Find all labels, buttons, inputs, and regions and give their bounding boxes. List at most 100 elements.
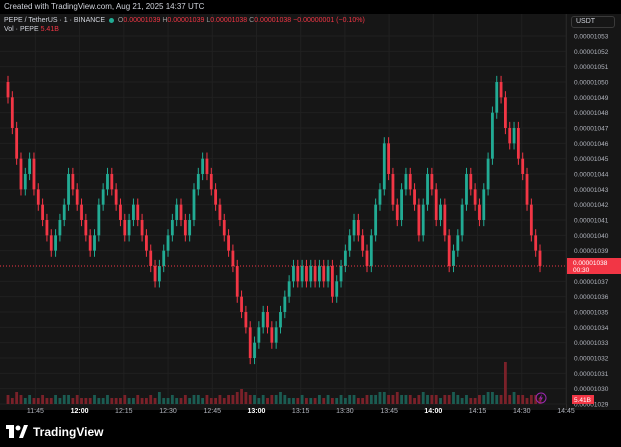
candle-body xyxy=(460,204,464,236)
candle-body xyxy=(261,312,265,328)
volume-bar xyxy=(97,398,101,404)
volume-bar xyxy=(369,395,373,404)
candlestick-chart[interactable]: 0.00001053 0.00001052 0.00001051 0.00001050… xyxy=(0,0,621,416)
volume-badge-label: 5.41B xyxy=(574,397,591,404)
price-tick-label: 0.00001042 xyxy=(574,202,609,209)
candle-body xyxy=(279,312,282,328)
volume-bar xyxy=(421,392,425,404)
ohlc-legend: PEPE / TetherUS · 1 · BINANCE O0.0000103… xyxy=(4,16,365,26)
volume-bar xyxy=(166,398,170,404)
candle-body xyxy=(300,266,304,282)
time-tick-label: 12:45 xyxy=(203,408,221,415)
candle-body xyxy=(391,174,395,205)
volume-bar xyxy=(123,395,127,404)
volume-bar xyxy=(80,398,83,404)
candle-body xyxy=(32,158,36,190)
candle-body xyxy=(352,220,356,236)
price-tick-label: 0.00001048 xyxy=(574,110,609,117)
candle-body xyxy=(132,204,135,220)
candle-body xyxy=(413,189,416,205)
candle-body xyxy=(153,266,157,282)
volume-bar xyxy=(322,398,326,404)
time-tick-label: 13:45 xyxy=(380,408,398,415)
volume-bar xyxy=(434,395,438,404)
volume-bar xyxy=(417,395,421,404)
volume-label[interactable]: Vol · PEPE xyxy=(4,26,39,33)
low-value: 0.00001038 xyxy=(210,17,248,24)
price-tick-label: 0.00001049 xyxy=(574,95,609,102)
volume-bar xyxy=(19,395,23,404)
volume-bar xyxy=(162,398,166,404)
price-tick-label: 0.00001034 xyxy=(574,325,609,332)
volume-bar xyxy=(387,395,391,404)
candle-body xyxy=(58,220,62,236)
volume-bar xyxy=(283,395,287,404)
candle-body xyxy=(106,174,109,190)
volume-bar xyxy=(326,395,330,404)
volume-bar xyxy=(330,398,334,404)
candle-body xyxy=(80,204,83,220)
volume-bar xyxy=(343,398,347,404)
candle-body xyxy=(309,266,313,282)
volume-bar xyxy=(305,398,308,404)
candle-body xyxy=(54,235,57,251)
price-tick-label: 0.00001030 xyxy=(574,386,609,393)
candle-body xyxy=(140,220,144,236)
volume-bar xyxy=(183,395,187,404)
volume-bar xyxy=(486,392,490,404)
volume-bar xyxy=(62,395,66,404)
currency-button[interactable]: USDT xyxy=(571,16,615,28)
candle-body xyxy=(525,174,529,205)
candle-body xyxy=(348,235,352,251)
volume-bar xyxy=(339,395,343,404)
tradingview-logo[interactable]: TradingView xyxy=(6,425,103,439)
candle-body xyxy=(491,112,494,159)
volume-bar xyxy=(188,398,192,404)
candle-body xyxy=(231,250,235,266)
open-value: 0.00001039 xyxy=(123,17,161,24)
candle-body xyxy=(257,327,261,343)
volume-bar xyxy=(508,395,512,404)
candle-body xyxy=(408,174,412,190)
candle-body xyxy=(227,235,230,251)
candle-body xyxy=(478,204,481,220)
volume-bar xyxy=(140,398,144,404)
candle-body xyxy=(499,82,503,98)
candle-body xyxy=(447,235,451,266)
volume-bar xyxy=(529,395,533,404)
candle-body xyxy=(287,281,291,297)
candle-body xyxy=(313,266,317,282)
volume-bar xyxy=(491,392,494,404)
volume-bar xyxy=(426,395,429,404)
candle-body xyxy=(201,158,205,174)
volume-bar xyxy=(93,395,96,404)
candle-body xyxy=(266,312,269,328)
volume-bar xyxy=(88,398,92,404)
price-tick-label: 0.00001050 xyxy=(574,80,609,87)
price-tick-label: 0.00001045 xyxy=(574,156,609,163)
volume-bar xyxy=(521,395,525,404)
change-value: −0.00000001 (−0.10%) xyxy=(293,17,365,24)
candle-body xyxy=(248,327,252,358)
time-tick-label: 13:30 xyxy=(336,408,354,415)
volume-bar xyxy=(222,398,226,404)
volume-bar xyxy=(335,398,339,404)
candle-body xyxy=(244,312,248,328)
symbol-label[interactable]: PEPE / TetherUS · 1 · BINANCE xyxy=(4,17,105,24)
volume-bar xyxy=(465,395,468,404)
candle-body xyxy=(253,342,256,358)
volume-bar xyxy=(482,395,486,404)
price-tick-label: 0.00001046 xyxy=(574,141,609,148)
volume-bar xyxy=(218,395,222,404)
candle-body xyxy=(417,204,421,236)
candle-body xyxy=(374,204,378,236)
volume-bar xyxy=(127,398,131,404)
volume-bar xyxy=(114,398,118,404)
volume-bar xyxy=(452,392,455,404)
volume-bar xyxy=(365,395,369,404)
price-tick-label: 0.00001035 xyxy=(574,310,609,317)
candle-body xyxy=(183,220,187,236)
candle-body xyxy=(335,281,339,297)
volume-bar xyxy=(106,395,109,404)
candle-body xyxy=(305,266,308,282)
